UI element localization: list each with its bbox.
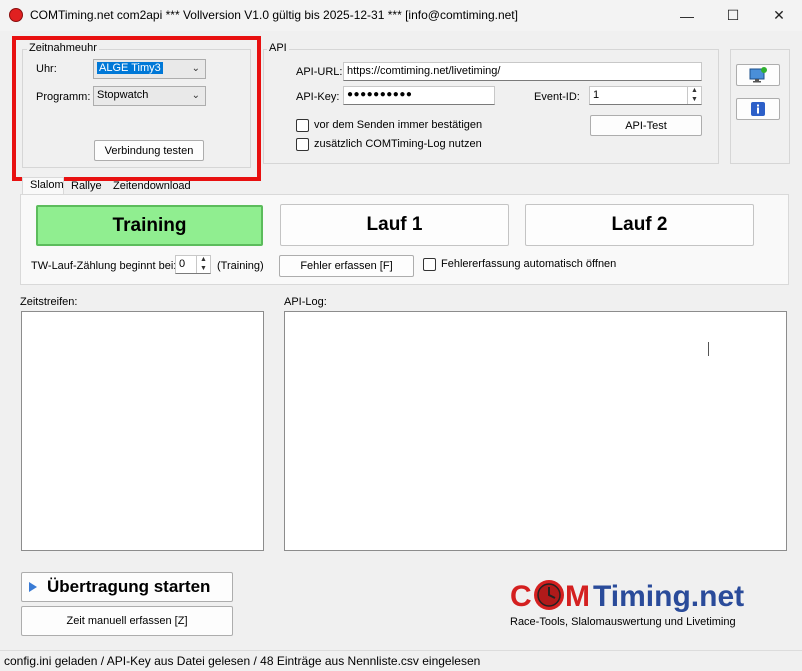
api-key-label: API-Key: [296,91,340,103]
spin-up-icon[interactable]: ▲ [197,256,210,265]
svg-text:Timing.net: Timing.net [593,580,744,613]
info-icon [751,102,765,116]
auto-label: Fehlererfassung automatisch öffnen [441,258,617,270]
api-log-label: API-Log: [284,296,327,308]
monitor-icon [749,67,767,83]
zeitstreifen-list[interactable] [21,311,264,551]
tw-input[interactable]: 0 ▲ ▼ [175,255,211,274]
tw-value: 0 [179,258,186,270]
fehler-erfassen-button[interactable]: Fehler erfassen [F] [279,255,414,277]
tw-spinner[interactable]: ▲ ▼ [196,256,210,273]
comtiming-logo: C M Timing.net [510,576,790,616]
maximize-button[interactable]: ☐ [710,0,756,31]
minimize-button[interactable]: — [664,0,710,31]
api-test-button[interactable]: API-Test [590,115,702,136]
screen-button[interactable] [736,64,780,86]
auto-checkbox[interactable] [423,258,436,271]
api-url-input[interactable]: https://comtiming.net/livetiming/ [343,62,702,81]
tab-rallye[interactable]: Rallye [71,180,102,192]
svg-text:C: C [510,580,532,613]
logo-graphic: C M Timing.net [510,580,744,613]
api-log-text[interactable] [284,311,787,551]
spin-up-icon[interactable]: ▲ [688,87,701,96]
log-checkbox[interactable] [296,138,309,151]
log-label: zusätzlich COMTiming-Log nutzen [314,138,482,150]
tab-zeitendownload[interactable]: Zeitendownload [113,180,191,192]
api-key-input[interactable]: ●●●●●●●●●● [343,86,495,105]
event-id-input[interactable]: 1 ▲ ▼ [589,86,702,105]
info-button[interactable] [736,98,780,120]
lauf1-button[interactable]: Lauf 1 [280,204,509,246]
app-icon [9,8,23,22]
status-text: config.ini geladen / API-Key aus Datei g… [4,654,481,668]
close-button[interactable]: ✕ [756,0,802,31]
event-id-value: 1 [593,89,600,101]
tw-note: (Training) [217,260,264,272]
start-transfer-label: Übertragung starten [47,577,211,596]
spin-down-icon[interactable]: ▼ [688,96,701,105]
tab-slalom-label: Slalom [30,179,64,191]
tab-slalom[interactable]: Slalom [22,177,64,195]
window-title: COMTiming.net com2api *** Vollversion V1… [30,8,518,22]
lauf2-button[interactable]: Lauf 2 [525,204,754,246]
api-title: API [267,42,289,54]
svg-text:M: M [565,580,590,613]
confirm-checkbox[interactable] [296,119,309,132]
status-bar: config.ini geladen / API-Key aus Datei g… [0,650,802,671]
text-cursor-icon [708,342,709,356]
spin-down-icon[interactable]: ▼ [197,265,210,274]
tw-label: TW-Lauf-Zählung beginnt bei: [31,260,177,272]
confirm-label: vor dem Senden immer bestätigen [314,119,483,131]
event-id-spinner[interactable]: ▲ ▼ [687,87,701,104]
highlight-rectangle [12,36,261,181]
training-button[interactable]: Training [36,205,263,246]
manual-time-button[interactable]: Zeit manuell erfassen [Z] [21,606,233,636]
zeitstreifen-label: Zeitstreifen: [20,296,78,308]
api-url-label: API-URL: [296,66,343,78]
logo-tagline: Race-Tools, Slalomauswertung und Livetim… [510,616,736,628]
start-transfer-button[interactable]: Übertragung starten [21,572,233,602]
play-icon [29,582,37,592]
event-id-label: Event-ID: [534,91,580,103]
